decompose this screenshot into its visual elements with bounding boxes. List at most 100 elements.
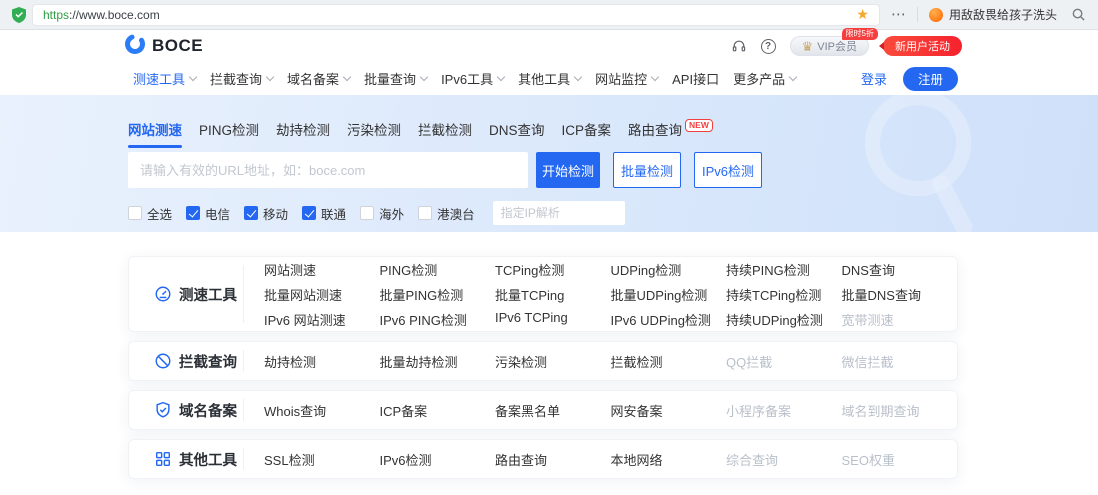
support-headset-icon[interactable] [731,38,747,54]
tool-link[interactable]: 综合查询 [726,450,842,469]
tool-link[interactable]: 网安备案 [611,401,727,420]
nav-item[interactable]: 其他工具 [518,69,583,88]
register-button[interactable]: 注册 [902,66,958,91]
bookmark-star-icon[interactable]: ★ [856,6,869,23]
tool-link[interactable]: 宽带测速 [842,310,958,329]
tool-link[interactable]: 路由查询 [495,450,611,469]
hero-tab-label: 网站测速 [128,123,182,138]
tool-link[interactable]: IPv6 PING检测 [380,310,496,329]
nav-item[interactable]: 网站监控 [595,69,660,88]
nav-item-label: 测速工具 [133,72,186,87]
tool-link[interactable]: 小程序备案 [726,401,842,420]
screen: https ://www.boce.com ★ ⋯ 用敌敌畏给孩子洗头 BOCE… [0,0,1098,495]
tool-link[interactable]: 劫持检测 [264,352,380,371]
checkbox-item[interactable]: 联通 [302,204,346,223]
checkbox-item[interactable]: 海外 [360,204,404,223]
tool-link[interactable]: 批量网站测速 [264,285,380,304]
tool-link[interactable]: 污染检测 [495,352,611,371]
tool-link[interactable]: 持续TCPing检测 [726,285,842,304]
tool-link[interactable]: 批量DNS查询 [842,285,958,304]
vip-promo-tag: 限时5折 [841,28,878,40]
tool-link[interactable]: SSL检测 [264,450,380,469]
url-scheme: https [43,7,70,22]
nav-item-label: 域名备案 [287,72,340,87]
tool-link[interactable]: DNS查询 [842,260,958,279]
browser-more-icon[interactable]: ⋯ [891,7,906,22]
hero-tab[interactable]: DNS查询 [489,119,545,148]
tool-link[interactable]: 持续PING检测 [726,260,842,279]
checkbox-item[interactable]: 全选 [128,204,172,223]
ip-resolve-input[interactable] [492,201,625,225]
tool-link[interactable]: 微信拦截 [842,352,958,371]
nav-item[interactable]: 更多产品 [733,69,798,88]
checkbox-item[interactable]: 电信 [186,204,230,223]
tool-link[interactable]: 批量PING检测 [380,285,496,304]
tool-link[interactable]: IPv6 TCPing [495,310,611,329]
card-title: 拦截查询 [179,354,237,371]
tool-link[interactable]: 域名到期查询 [842,401,958,420]
hero-tab[interactable]: 网站测速 [128,119,182,148]
boce-logo[interactable]: BOCE [124,33,203,60]
hero-tab[interactable]: 拦截检测 [418,119,472,148]
nav-item[interactable]: 域名备案 [287,69,352,88]
nav-item[interactable]: IPv6工具 [441,69,506,88]
nav-item-label: 拦截查询 [210,72,263,87]
nav-item[interactable]: 测速工具 [133,69,198,88]
tool-card: 其他工具 SSL检测 IPv6检测 路由查询 本地网络 综合查询 SEO权重 [128,439,958,479]
tool-links-grid: 劫持检测 批量劫持检测 污染检测 拦截检测 QQ拦截 微信拦截 [244,352,957,371]
checked-checkbox-icon [302,206,317,220]
address-bar[interactable]: https ://www.boce.com ★ [32,3,880,26]
tool-link[interactable]: QQ拦截 [726,352,842,371]
tool-link[interactable]: PING检测 [380,260,496,279]
checkbox-label: 港澳台 [437,207,475,222]
chevron-down-icon [788,72,798,81]
hero-tab[interactable]: ICP备案 [562,119,612,148]
start-test-button[interactable]: 开始检测 [536,152,600,188]
tool-link[interactable]: TCPing检测 [495,260,611,279]
tool-link[interactable]: ICP备案 [380,401,496,420]
tool-link[interactable]: IPv6 网站测速 [264,310,380,329]
tool-link[interactable]: UDPing检测 [611,260,727,279]
tool-card: 域名备案 Whois查询 ICP备案 备案黑名单 网安备案 小程序备案 域名到期查询 [128,390,958,430]
tool-link[interactable]: 本地网络 [611,450,727,469]
checkbox-label: 海外 [379,207,405,222]
login-link[interactable]: 登录 [861,69,887,88]
browser-search-icon[interactable] [1071,7,1086,22]
hero-tab[interactable]: 路由查询 NEW [628,119,713,148]
main-nav-items: 测速工具 拦截查询 域名备案 批量查询 IPv6工具 其他工具 网站监控 API接口 更多产品 [133,69,798,88]
tool-link[interactable]: 拦截检测 [611,352,727,371]
tool-link[interactable]: 网站测速 [264,260,380,279]
checkbox-item[interactable]: 港澳台 [418,204,475,223]
card-title: 测速工具 [179,287,237,304]
new-badge: NEW [685,119,713,132]
nav-item[interactable]: API接口 [672,69,719,88]
hero-tab[interactable]: 污染检测 [347,119,401,148]
crown-icon: ♛ [801,38,814,54]
tool-link[interactable]: 备案黑名单 [495,401,611,420]
new-user-activity-button[interactable]: 新用户活动 [879,36,962,56]
hot-search-suggestion[interactable]: 用敌敌畏给孩子洗头 [928,6,1057,23]
url-input[interactable] [128,152,528,188]
tool-card: 测速工具 网站测速 PING检测 TCPing检测 UDPing检测 持续PING检测 DN… [128,256,958,332]
tool-links-grid: 网站测速 PING检测 TCPing检测 UDPing检测 持续PING检测 DNS查询批… [244,260,957,329]
tool-link[interactable]: SEO权重 [842,450,958,469]
tool-link[interactable]: 批量TCPing [495,285,611,304]
tool-link[interactable]: IPv6 UDPing检测 [611,310,727,329]
tool-link[interactable]: IPv6检测 [380,450,496,469]
tool-link[interactable]: 批量UDPing检测 [611,285,727,304]
batch-test-button[interactable]: 批量检测 [613,152,681,188]
tool-link[interactable]: 批量劫持检测 [380,352,496,371]
nav-item[interactable]: 批量查询 [364,69,429,88]
hero-tab[interactable]: 劫持检测 [276,119,330,148]
nav-item-label: API接口 [672,72,720,87]
tool-links-grid: SSL检测 IPv6检测 路由查询 本地网络 综合查询 SEO权重 [244,450,957,469]
tool-link[interactable]: 持续UDPing检测 [726,310,842,329]
hero-tab[interactable]: PING检测 [199,119,259,148]
tool-link[interactable]: Whois查询 [264,401,380,420]
ipv6-test-button[interactable]: IPv6检测 [694,152,762,188]
nav-item[interactable]: 拦截查询 [210,69,275,88]
checkbox-item[interactable]: 移动 [244,204,288,223]
help-question-icon[interactable]: ? [760,38,776,54]
vip-member-button[interactable]: ♛ VIP会员 限时5折 [789,28,878,56]
hero-tab-label: 污染检测 [347,123,402,138]
